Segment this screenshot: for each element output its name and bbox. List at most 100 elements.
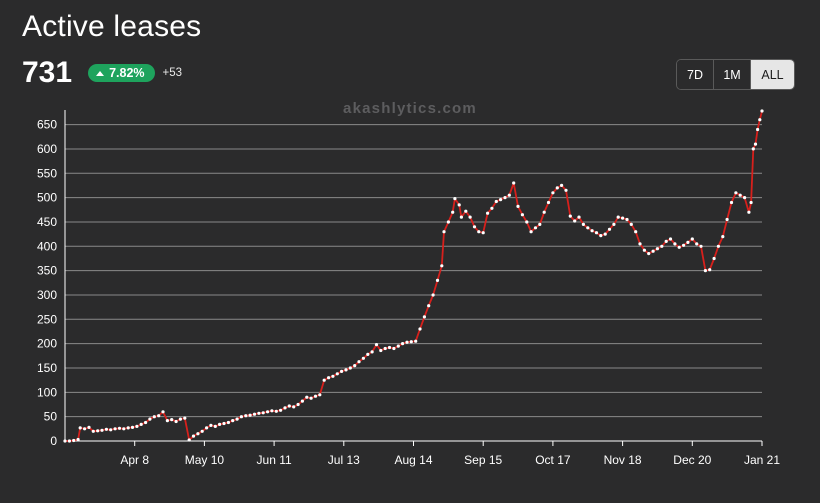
y-tick-label: 300 — [37, 288, 57, 302]
data-point — [213, 424, 217, 428]
x-tick-label: Jul 13 — [328, 453, 360, 467]
data-point — [113, 427, 117, 431]
data-point — [464, 209, 468, 213]
data-point — [499, 198, 503, 202]
data-point — [695, 242, 699, 246]
data-point — [712, 256, 716, 261]
data-point — [533, 226, 538, 230]
data-point — [270, 409, 274, 413]
x-tick-label: Jun 11 — [257, 453, 292, 467]
data-point — [686, 240, 690, 244]
data-point — [729, 200, 734, 205]
data-point — [152, 415, 156, 419]
x-tick-label: Apr 8 — [120, 453, 149, 467]
data-point — [612, 222, 616, 226]
data-point — [673, 242, 677, 246]
data-point — [716, 244, 721, 248]
data-point — [231, 419, 235, 423]
data-point — [749, 200, 753, 205]
data-point — [327, 376, 331, 380]
data-point — [96, 429, 100, 433]
data-point — [457, 203, 461, 207]
y-tick-label: 600 — [37, 142, 57, 156]
data-point — [374, 343, 379, 347]
y-tick-label: 550 — [37, 166, 57, 180]
x-tick-label: Jan 21 — [744, 453, 780, 467]
data-point — [63, 439, 67, 443]
data-point — [468, 215, 472, 219]
data-point — [340, 369, 344, 373]
data-point — [257, 411, 261, 415]
data-point — [196, 432, 200, 436]
data-point — [634, 230, 638, 234]
y-tick-label: 0 — [50, 434, 57, 448]
data-point — [699, 244, 703, 248]
data-point — [353, 364, 357, 368]
data-point — [318, 393, 322, 397]
data-point — [551, 191, 555, 195]
data-point — [655, 247, 660, 251]
data-point — [747, 210, 751, 214]
data-point — [472, 225, 477, 229]
data-point — [422, 315, 426, 319]
data-point — [743, 196, 747, 200]
data-point — [490, 206, 494, 210]
data-point — [512, 181, 516, 185]
data-point — [104, 427, 108, 431]
data-point — [481, 231, 485, 235]
data-point — [520, 213, 525, 217]
data-point — [126, 426, 130, 430]
data-point — [442, 230, 446, 234]
data-point — [451, 210, 455, 214]
data-point — [418, 327, 422, 331]
data-point — [200, 429, 204, 433]
data-point — [178, 417, 182, 421]
data-point — [218, 422, 222, 426]
data-point — [594, 231, 599, 235]
data-point — [642, 248, 647, 252]
data-point — [144, 420, 148, 425]
data-point — [67, 439, 71, 443]
data-point — [625, 217, 629, 222]
data-point — [331, 374, 335, 378]
data-point — [599, 234, 603, 238]
data-point — [266, 410, 270, 414]
data-point — [292, 405, 296, 409]
data-point — [555, 186, 559, 190]
data-point — [170, 418, 174, 422]
data-point — [573, 219, 577, 223]
data-point — [313, 394, 318, 398]
data-point — [261, 411, 265, 415]
data-point — [252, 412, 257, 416]
data-point — [725, 217, 729, 222]
data-point — [507, 193, 511, 197]
data-point — [305, 395, 309, 399]
y-tick-label: 150 — [37, 361, 57, 375]
data-point — [157, 414, 161, 418]
data-point — [525, 220, 529, 224]
data-point — [335, 372, 339, 376]
data-point — [668, 237, 673, 241]
data-point — [244, 414, 248, 418]
data-point — [586, 226, 590, 230]
data-point — [581, 222, 586, 226]
x-tick-label: Aug 14 — [394, 453, 432, 467]
data-point — [357, 360, 361, 364]
data-point — [486, 211, 490, 215]
data-point — [139, 422, 143, 426]
y-tick-label: 450 — [37, 215, 57, 229]
data-point — [682, 243, 686, 247]
data-point — [279, 408, 283, 412]
series-line — [65, 110, 763, 442]
data-point — [91, 429, 95, 433]
data-point — [756, 127, 760, 132]
data-point — [409, 340, 413, 344]
data-point — [76, 437, 80, 442]
data-point — [248, 413, 252, 417]
active-leases-chart: 0 50 100 150 200 250 300 350 400 450 500 550 600 650 A… — [37, 109, 780, 467]
data-point — [287, 404, 291, 408]
data-point — [677, 245, 681, 249]
data-point — [560, 183, 564, 187]
data-point — [568, 214, 572, 218]
data-point — [205, 426, 209, 430]
